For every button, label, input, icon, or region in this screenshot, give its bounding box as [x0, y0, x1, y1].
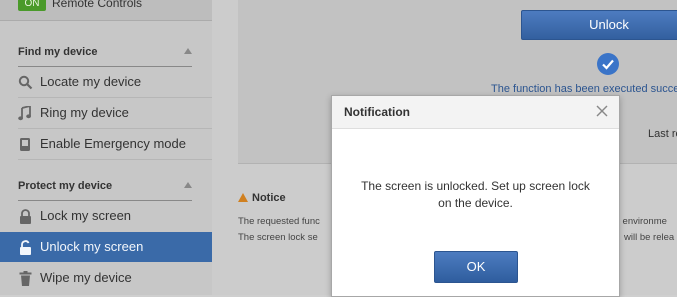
sidebar-item-label: Locate my device — [40, 74, 142, 89]
remote-controls-row: ON Remote Controls — [0, 0, 212, 21]
success-message: The function has been executed successf — [491, 83, 677, 95]
sidebar-item-label: Enable Emergency mode — [40, 136, 186, 151]
sidebar-item-locate[interactable]: Locate my device — [0, 67, 212, 97]
notification-dialog: Notification The screen is unlocked. Set… — [331, 95, 620, 297]
trash-icon — [17, 270, 33, 286]
sidebar-item-label: Unlock my screen — [40, 239, 144, 254]
section-title: Find my device — [18, 46, 98, 58]
dialog-message: The screen is unlocked. Set up screen lo… — [332, 178, 619, 212]
unlock-button[interactable]: Unlock — [521, 10, 677, 40]
close-icon[interactable] — [595, 104, 609, 118]
music-note-icon — [17, 105, 33, 121]
divider — [18, 159, 212, 160]
sidebar-item-label: Wipe my device — [40, 270, 132, 285]
sidebar-item-lock[interactable]: Lock my screen — [0, 201, 212, 231]
section-title: Protect my device — [18, 180, 113, 192]
success-check-icon — [597, 53, 619, 75]
dialog-header: Notification — [332, 96, 619, 129]
notice-text-line: The screen lock se — [238, 232, 318, 243]
sidebar-item-ring[interactable]: Ring my device — [0, 98, 212, 128]
sidebar-item-emergency[interactable]: Enable Emergency mode — [0, 129, 212, 159]
notice-text-line: rk environme — [612, 216, 667, 227]
sidebar-item-label: Ring my device — [40, 105, 129, 120]
unlock-icon — [17, 239, 33, 255]
notice-text-line: The requested func — [238, 216, 320, 227]
sidebar: ON Remote Controls Find my device Locate… — [0, 0, 212, 295]
section-find-my-device[interactable]: Find my device — [18, 42, 192, 67]
ok-button[interactable]: OK — [434, 251, 518, 283]
collapse-caret-icon[interactable] — [184, 182, 192, 188]
sidebar-item-label: Lock my screen — [40, 208, 132, 223]
notice-text-line: will be relea — [624, 232, 675, 243]
collapse-caret-icon[interactable] — [184, 48, 192, 54]
dialog-title: Notification — [344, 105, 410, 119]
warning-icon — [238, 193, 248, 202]
notice-title: Notice — [252, 192, 286, 204]
search-icon — [17, 74, 33, 90]
last-request-label: Last reque — [648, 128, 677, 140]
lock-icon — [17, 208, 33, 224]
emergency-icon — [17, 136, 33, 152]
remote-controls-label: Remote Controls — [52, 0, 143, 10]
dialog-message-line: The screen is unlocked. Set up screen lo… — [361, 179, 590, 193]
notice-heading: Notice — [238, 192, 286, 204]
section-protect-my-device[interactable]: Protect my device — [18, 176, 192, 201]
sidebar-item-unlock[interactable]: Unlock my screen — [0, 232, 212, 262]
sidebar-item-wipe[interactable]: Wipe my device — [0, 263, 212, 293]
remote-controls-toggle[interactable]: ON — [18, 0, 46, 11]
dialog-message-line: on the device. — [438, 196, 513, 210]
